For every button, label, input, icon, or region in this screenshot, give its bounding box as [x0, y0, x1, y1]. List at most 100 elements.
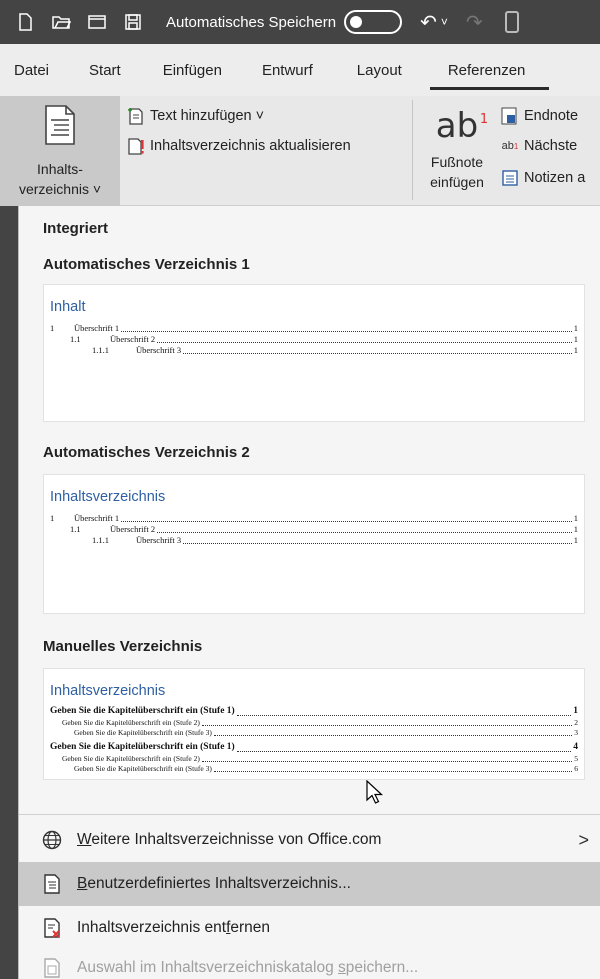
notes-icon — [500, 168, 520, 188]
save-selection-item: Auswahl im Inhaltsverzeichniskatalog spe… — [19, 950, 600, 979]
tab-layout[interactable]: Layout — [327, 44, 416, 96]
save-selection-text-1: Auswahl im Inhaltsverzeichniskatalog — [77, 959, 339, 976]
chevron-right-icon: > — [578, 829, 589, 850]
auto-toc-1-preview[interactable]: Inhalt 1 Überschrift 11 1.1 Überschrift 21… — [43, 284, 585, 422]
tab-start[interactable]: Start — [63, 44, 135, 96]
auto-toc-1-heading: Automatisches Verzeichnis 1 — [43, 256, 250, 273]
undo-dropdown-icon[interactable]: ˅ — [441, 15, 448, 29]
auto-toc-2-title: Inhaltsverzeichnis — [50, 489, 166, 505]
toc-line-page: 1 — [573, 513, 578, 523]
toc-button-label-1: Inhalts- — [37, 161, 83, 177]
insert-endnote-button[interactable]: Endnote — [500, 106, 578, 126]
toc-line-page: 1 — [573, 535, 578, 545]
toc-line-text: Geben Sie die Kapitelüberschrift ein (St… — [50, 742, 235, 752]
toc-line: Geben Sie die Kapitelüberschrift ein (St… — [50, 764, 578, 774]
footnote-glyph: ab — [435, 106, 479, 146]
toc-line: Geben Sie die Kapitelüberschrift ein (St… — [50, 718, 578, 728]
toc-line-text: Geben Sie die Kapitelüberschrift ein (St… — [74, 764, 212, 773]
auto-toc-2-preview[interactable]: Inhaltsverzeichnis 1 Überschrift 1 1 1.1 Üb… — [43, 474, 585, 614]
toc-line: 1.1 Überschrift 2 1 — [50, 334, 578, 345]
redo-icon[interactable]: ↷ — [466, 10, 483, 35]
toc-line-text: Geben Sie die Kapitelüberschrift ein (St… — [62, 754, 200, 763]
toc-line-number: 1.1.1 — [92, 345, 109, 355]
document-icon — [41, 873, 63, 895]
mnemonic: s — [338, 959, 346, 976]
ribbon-tabs: Datei Start Einfügen Entwurf Layout Refe… — [0, 44, 600, 96]
custom-toc-item[interactable]: Benutzerdefiniertes Inhaltsverzeichnis..… — [19, 862, 600, 906]
toc-line: 1.1 Überschrift 2 1 — [50, 524, 578, 535]
toc-line-page: 1 — [573, 345, 578, 355]
toc-line-number: 1 — [50, 323, 55, 333]
custom-toc-text: enutzerdefiniertes Inhaltsverzeichnis... — [87, 875, 351, 892]
toc-line: Geben Sie die Kapitelüberschrift ein (St… — [50, 705, 578, 718]
toc-line-number: 1 — [50, 513, 55, 523]
document-background — [0, 206, 18, 979]
remove-toc-text-2: ernen — [230, 919, 271, 936]
autosave-toggle[interactable] — [344, 10, 403, 34]
show-notes-button[interactable]: Notizen a — [500, 168, 585, 188]
manual-toc-preview[interactable]: Inhaltsverzeichnis Geben Sie die Kapitel… — [43, 668, 585, 780]
tab-datei[interactable]: Datei — [0, 44, 63, 96]
toc-line-number: 1.1 — [70, 524, 81, 534]
toc-line-text: Geben Sie die Kapitelüberschrift ein (St… — [50, 706, 235, 716]
undo-icon[interactable]: ↶ — [420, 10, 437, 35]
save-to-gallery-icon — [41, 957, 63, 979]
remove-document-icon — [41, 917, 63, 939]
update-toc-label: Inhaltsverzeichnis aktualisieren — [150, 138, 351, 154]
toc-line-number: 1.1 — [70, 334, 81, 344]
globe-icon — [41, 829, 63, 851]
toc-line: Geben Sie die Kapitelüberschrift ein (St… — [50, 754, 578, 764]
ribbon-separator — [412, 100, 413, 200]
toc-line-text: Überschrift 3 — [136, 345, 182, 355]
toc-line-page: 1 — [573, 524, 578, 534]
autosave-label: Automatisches Speichern — [166, 13, 337, 31]
toc-line-text: Geben Sie die Kapitelüberschrift ein (St… — [62, 718, 200, 727]
ribbon: Inhalts- verzeichnis ˅ Text hinzufügen ˅… — [0, 96, 600, 206]
remove-toc-item[interactable]: Inhaltsverzeichnis entfernen — [19, 906, 600, 950]
mnemonic: W — [77, 831, 92, 848]
notes-label: Notizen a — [524, 170, 586, 186]
toc-line-text: Überschrift 1 — [74, 323, 120, 333]
toc-document-icon — [45, 105, 75, 145]
next-footnote-button[interactable]: ab 1 Nächste — [500, 136, 578, 156]
tab-entwurf[interactable]: Entwurf — [236, 44, 327, 96]
toc-line-page: 2 — [574, 718, 578, 727]
manual-toc-title: Inhaltsverzeichnis — [50, 683, 166, 699]
toc-line-text: Überschrift 3 — [136, 535, 182, 545]
more-toc-label: Weitere Inhaltsverzeichnisse von Office.… — [77, 831, 381, 849]
toc-line: 1 Überschrift 1 1 — [50, 323, 578, 334]
tab-referenzen[interactable]: Referenzen — [416, 44, 549, 96]
remove-toc-label: Inhaltsverzeichnis entfernen — [77, 919, 270, 937]
next-footnote-icon: ab 1 — [501, 140, 519, 152]
save-selection-label: Auswahl im Inhaltsverzeichniskatalog spe… — [77, 959, 418, 977]
insert-footnote-button[interactable]: ab 1 Fußnote einfügen — [420, 102, 494, 192]
toc-line-text: Überschrift 1 — [74, 513, 120, 523]
toc-line: 1 Überschrift 1 1 — [50, 513, 578, 524]
footnote-icon: ab 1 — [435, 106, 488, 146]
overflow-icon[interactable] — [504, 11, 519, 33]
footnote-label-1: Fußnote — [430, 154, 484, 170]
toc-line-page: 5 — [574, 754, 578, 763]
section-integrated: Integriert — [43, 220, 109, 237]
open-folder-icon[interactable] — [50, 11, 72, 33]
toc-line-page: 4 — [573, 742, 578, 752]
tab-einfuegen[interactable]: Einfügen — [135, 44, 236, 96]
new-document-icon[interactable] — [14, 11, 36, 33]
window-icon[interactable] — [86, 11, 108, 33]
update-toc-button[interactable]: Inhaltsverzeichnis aktualisieren — [126, 136, 351, 156]
add-text-button[interactable]: Text hinzufügen ˅ — [126, 106, 264, 126]
remove-toc-text-1: Inhaltsverzeichnis ent — [77, 919, 227, 936]
mouse-pointer-icon — [366, 780, 384, 804]
save-icon[interactable] — [122, 11, 144, 33]
custom-toc-label: Benutzerdefiniertes Inhaltsverzeichnis..… — [77, 875, 351, 893]
add-text-label: Text hinzufügen ˅ — [150, 108, 265, 124]
toc-line-text: Überschrift 2 — [110, 334, 156, 344]
more-toc-office-item[interactable]: Weitere Inhaltsverzeichnisse von Office.… — [19, 818, 600, 862]
auto-toc-2-heading: Automatisches Verzeichnis 2 — [43, 444, 250, 461]
toc-line: Geben Sie die Kapitelüberschrift ein (St… — [50, 741, 578, 754]
toc-button[interactable]: Inhalts- verzeichnis ˅ — [0, 96, 120, 206]
toc-button-label-2: verzeichnis ˅ — [18, 181, 102, 197]
menu-divider — [19, 814, 600, 815]
toc-line-page: 1 — [573, 334, 578, 344]
toc-line: Geben Sie die Kapitelüberschrift ein (St… — [50, 728, 578, 738]
